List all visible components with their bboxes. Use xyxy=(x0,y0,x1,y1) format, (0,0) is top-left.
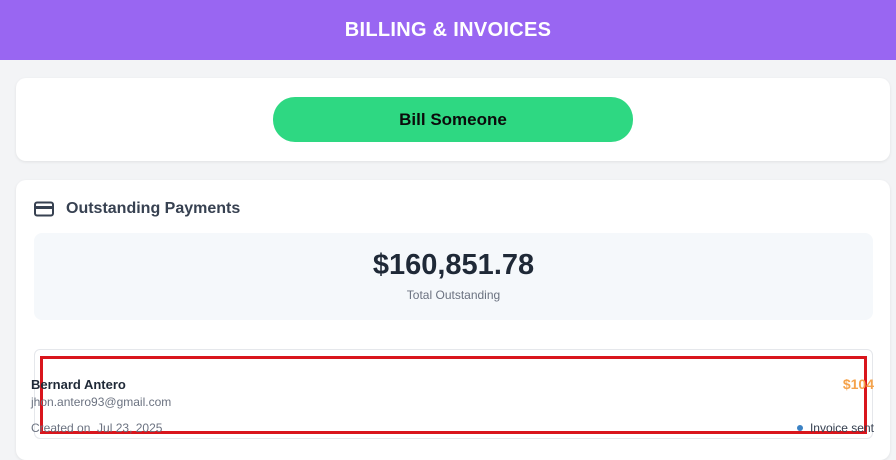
outstanding-payments-card: Outstanding Payments $160,851.78 Total O… xyxy=(16,180,890,460)
total-label: Total Outstanding xyxy=(406,288,501,302)
credit-card-icon xyxy=(34,201,54,217)
invoice-created-date: Created on Jul 23, 2025 xyxy=(31,421,162,435)
created-label: Created on xyxy=(31,421,91,435)
invoice-status: Invoice sent xyxy=(796,421,874,435)
total-amount: $160,851.78 xyxy=(372,249,535,281)
page-title: BILLING & INVOICES xyxy=(344,18,552,41)
page-header: BILLING & INVOICES xyxy=(0,0,896,60)
invoice-amount: $104 xyxy=(842,376,874,392)
status-dot-icon xyxy=(796,425,803,431)
invoice-customer-name: Bernard Antero xyxy=(31,377,126,392)
bill-action-card: Bill Someone xyxy=(16,78,890,161)
created-date-value: Jul 23, 2025 xyxy=(97,421,163,435)
section-title: Outstanding Payments xyxy=(66,200,241,217)
total-outstanding-box: $160,851.78 Total Outstanding xyxy=(34,233,873,320)
section-header: Outstanding Payments xyxy=(34,198,240,220)
invoice-status-label: Invoice sent xyxy=(809,421,874,435)
bill-someone-button[interactable]: Bill Someone xyxy=(273,97,633,142)
invoice-customer-email: jhon.antero93@gmail.com xyxy=(31,395,172,409)
